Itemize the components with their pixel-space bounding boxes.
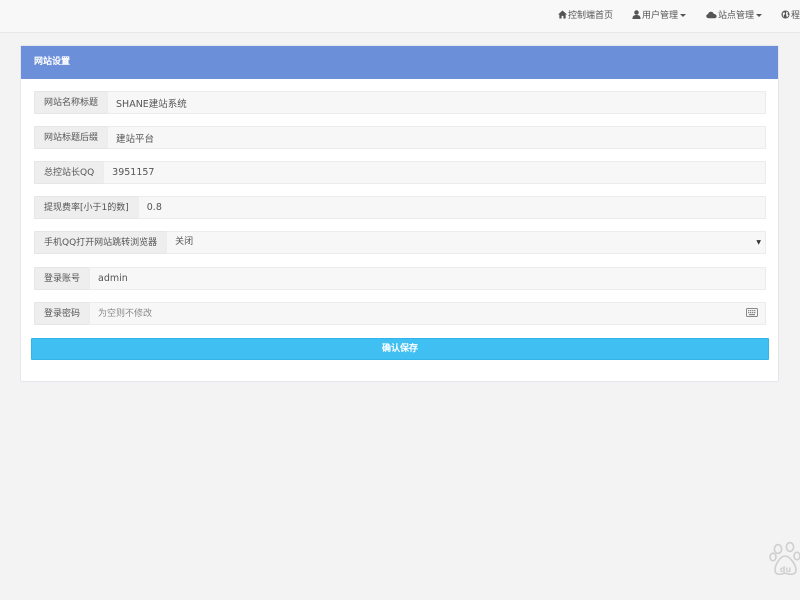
login-password-wrap — [89, 302, 766, 325]
nav-more-label: 程 — [791, 11, 800, 21]
login-password-input[interactable] — [89, 302, 766, 325]
site-name-input[interactable] — [107, 91, 766, 114]
nav-home[interactable]: 控制端首页 — [558, 0, 613, 33]
title-suffix-row: 网站标题后缀 — [34, 126, 766, 149]
login-account-input[interactable] — [89, 267, 766, 290]
nav-users-dropdown[interactable]: 用户管理 — [632, 0, 687, 33]
title-suffix-input[interactable] — [107, 126, 766, 149]
nav-more[interactable]: 程 — [781, 0, 800, 33]
nav-sites-dropdown[interactable]: 站点管理 — [706, 0, 763, 33]
qq-browser-redirect-select[interactable]: 关闭 ▼ — [166, 231, 766, 254]
login-account-label: 登录账号 — [34, 267, 90, 290]
save-button[interactable]: 确认保存 — [31, 338, 769, 360]
caret-down-icon — [680, 14, 687, 17]
withdraw-rate-row: 提现费率[小于1的数] — [34, 196, 766, 219]
panel-title: 网站设置 — [21, 46, 778, 79]
login-account-row: 登录账号 — [34, 267, 766, 290]
qq-browser-redirect-label: 手机QQ打开网站跳转浏览器 — [34, 231, 167, 254]
cloud-icon — [706, 11, 717, 19]
nav-home-label: 控制端首页 — [568, 11, 614, 21]
keyboard-icon[interactable] — [746, 308, 758, 317]
qq-browser-redirect-row: 手机QQ打开网站跳转浏览器 关闭 ▼ — [34, 231, 766, 254]
title-suffix-label: 网站标题后缀 — [34, 126, 108, 149]
login-password-label: 登录密码 — [34, 302, 90, 325]
caret-down-icon — [756, 14, 763, 17]
withdraw-rate-label: 提现费率[小于1的数] — [34, 196, 138, 219]
globe-icon — [781, 10, 790, 19]
nav-users-label: 用户管理 — [642, 11, 679, 21]
baidu-paw-icon[interactable]: du — [769, 541, 800, 577]
withdraw-rate-input[interactable] — [137, 196, 766, 219]
admin-qq-input[interactable] — [103, 161, 766, 184]
svg-text:du: du — [780, 565, 792, 574]
site-name-row: 网站名称标题 — [34, 91, 766, 114]
site-settings-panel: 网站设置 网站名称标题 网站标题后缀 总控站长QQ 提现费率[小于1的数] 手机… — [20, 45, 779, 382]
site-name-label: 网站名称标题 — [34, 91, 108, 114]
nav-sites-label: 站点管理 — [718, 11, 755, 21]
qq-browser-redirect-value: 关闭 — [166, 231, 766, 254]
login-password-row: 登录密码 — [34, 302, 766, 325]
admin-qq-label: 总控站长QQ — [34, 161, 104, 184]
home-icon — [558, 10, 567, 19]
top-navbar: 控制端首页 用户管理 站点管理 程 — [0, 0, 800, 33]
admin-qq-row: 总控站长QQ — [34, 161, 766, 184]
select-arrow-icon: ▼ — [756, 239, 761, 246]
user-icon — [632, 10, 641, 19]
